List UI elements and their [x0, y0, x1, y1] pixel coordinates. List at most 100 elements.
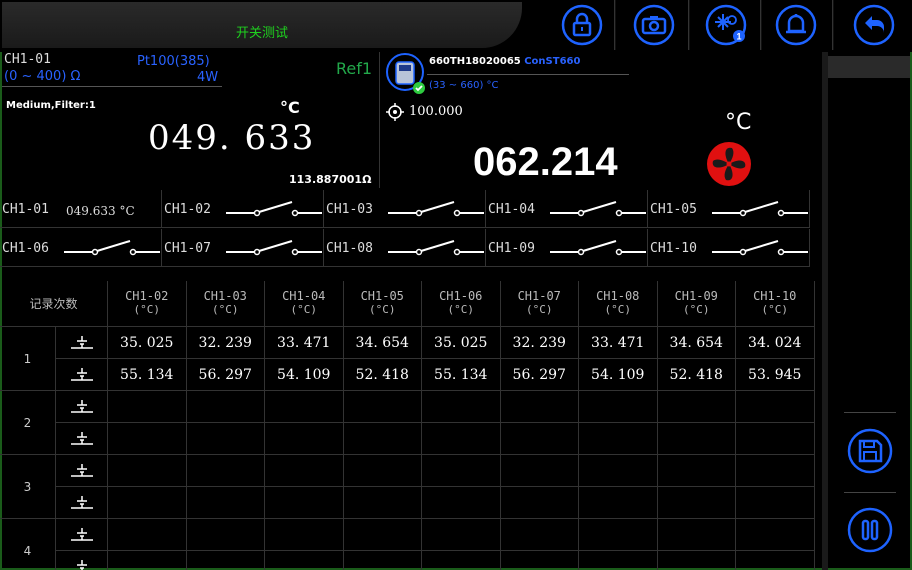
table-cell [657, 391, 736, 423]
ref-serial: 660TH18020065 [429, 56, 521, 67]
column-header: CH1-05 (°C) [343, 281, 422, 327]
dry-block-icon [386, 53, 425, 94]
channel-cell[interactable]: CH1-08 [324, 229, 486, 267]
table-cell [108, 487, 187, 519]
table-cell: 56. 297 [500, 359, 579, 391]
sensor-type: Pt100(385) [137, 54, 210, 69]
channel-cell-label: CH1-05 [650, 202, 697, 217]
switch-state-cell [56, 391, 108, 423]
back-arrow-icon [853, 4, 895, 46]
table-cell: 52. 418 [657, 359, 736, 391]
switch-open-icon [226, 240, 322, 256]
back-button[interactable] [850, 4, 898, 46]
filter-info: Medium,Filter:1 [6, 100, 96, 111]
table-cell [265, 551, 344, 570]
table-cell: 32. 239 [500, 327, 579, 359]
column-header-label: CH1-10 [753, 289, 797, 303]
channel-grid: CH1-01 049.633 °C CH1-02 CH1-03 CH1-04 CH1-05… [0, 190, 812, 270]
column-header-label: CH1-03 [203, 289, 247, 303]
channel-cell[interactable]: CH1-07 [162, 229, 324, 267]
table-cell [657, 455, 736, 487]
header-divider [688, 0, 690, 50]
fan-icon[interactable] [705, 140, 753, 188]
channel-cell[interactable]: CH1-03 [324, 190, 486, 228]
ref-unit: °C [725, 110, 752, 135]
ref-brand: ConST660 [524, 56, 581, 67]
table-cell [579, 487, 658, 519]
pause-button[interactable] [846, 506, 894, 554]
side-divider [844, 412, 896, 413]
table-cell: 55. 134 [422, 359, 501, 391]
column-header: CH1-08 (°C) [579, 281, 658, 327]
column-header-label: CH1-05 [360, 289, 404, 303]
table-cell [343, 487, 422, 519]
channel-cell-label: CH1-01 [2, 202, 49, 217]
table-cell [108, 391, 187, 423]
table-cell [187, 551, 265, 570]
table-cell [658, 551, 736, 570]
channel-cell-label: CH1-10 [650, 241, 697, 256]
column-header-label: CH1-08 [596, 289, 640, 303]
column-header-unit: (°C) [212, 303, 239, 316]
channel-cell[interactable]: CH1-01 049.633 °C [0, 190, 162, 228]
table-cell [422, 551, 501, 570]
switch-state-cell [56, 487, 108, 519]
channel-cell[interactable]: CH1-02 [162, 190, 324, 228]
channel-cell-label: CH1-08 [326, 241, 373, 256]
lock-icon [561, 4, 603, 46]
side-scrollbar[interactable] [822, 52, 828, 570]
bell-icon [775, 4, 817, 46]
channel-cell[interactable]: CH1-06 [0, 229, 162, 267]
table-cell [265, 487, 344, 519]
channel-value: 049. 633 [148, 118, 316, 158]
channel-id: CH1-01 [4, 52, 51, 67]
column-header-unit: (°C) [447, 303, 475, 316]
table-cell [657, 487, 736, 519]
table-cell [186, 519, 265, 551]
switch-toggle-icon [70, 367, 93, 381]
channel-cell-value: 049.633 °C [66, 204, 135, 218]
lock-button[interactable] [558, 4, 606, 46]
snowflake-sun-icon: 1 [705, 4, 747, 46]
table-cell [343, 519, 422, 551]
channel-cell-label: CH1-03 [326, 202, 373, 217]
switch-toggle-icon [76, 559, 87, 570]
ref-model: 660TH18020065 ConST660 [429, 56, 580, 67]
channel-unit: °C [280, 98, 300, 117]
table-cell [186, 423, 265, 455]
save-button[interactable] [846, 427, 894, 475]
table-cell [657, 519, 736, 551]
column-header-unit: (°C) [761, 303, 789, 316]
table-cell [579, 551, 658, 570]
alarm-button[interactable] [772, 4, 820, 46]
channel-cell[interactable]: CH1-10 [648, 229, 810, 267]
table-cell [500, 519, 579, 551]
channel-power: 4W [197, 70, 219, 85]
table-cell: 56. 297 [186, 359, 265, 391]
pause-icon [847, 507, 893, 553]
channel-cell[interactable]: CH1-05 [648, 190, 810, 228]
target-icon [386, 103, 404, 121]
channel-cell[interactable]: CH1-09 [486, 229, 648, 267]
table-cell [579, 455, 658, 487]
record-index: 2 [0, 391, 56, 455]
channel-cell[interactable]: CH1-04 [486, 190, 648, 228]
column-header-label: CH1-02 [125, 289, 169, 303]
switch-open-icon [388, 201, 484, 217]
table-cell [579, 391, 658, 423]
table-cell [422, 455, 501, 487]
column-header: CH1-02 (°C) [108, 281, 187, 327]
column-header-label: CH1-09 [674, 289, 718, 303]
record-index: 3 [0, 455, 56, 519]
switch-state-cell [56, 551, 108, 570]
header-divider [760, 0, 762, 50]
temperature-mode-button[interactable]: 1 [702, 4, 750, 46]
save-icon [847, 428, 893, 474]
table-cell: 33. 471 [579, 327, 658, 359]
record-table: 记录次数 CH1-02 (°C) CH1-03 (°C) CH1-04 (°C) CH1-05… [0, 281, 815, 570]
table-cell [422, 423, 501, 455]
column-header-unit: (°C) [369, 303, 396, 316]
camera-button[interactable] [630, 4, 678, 46]
column-header: CH1-06 (°C) [422, 281, 501, 327]
header: 开关测试 1 [0, 0, 912, 52]
